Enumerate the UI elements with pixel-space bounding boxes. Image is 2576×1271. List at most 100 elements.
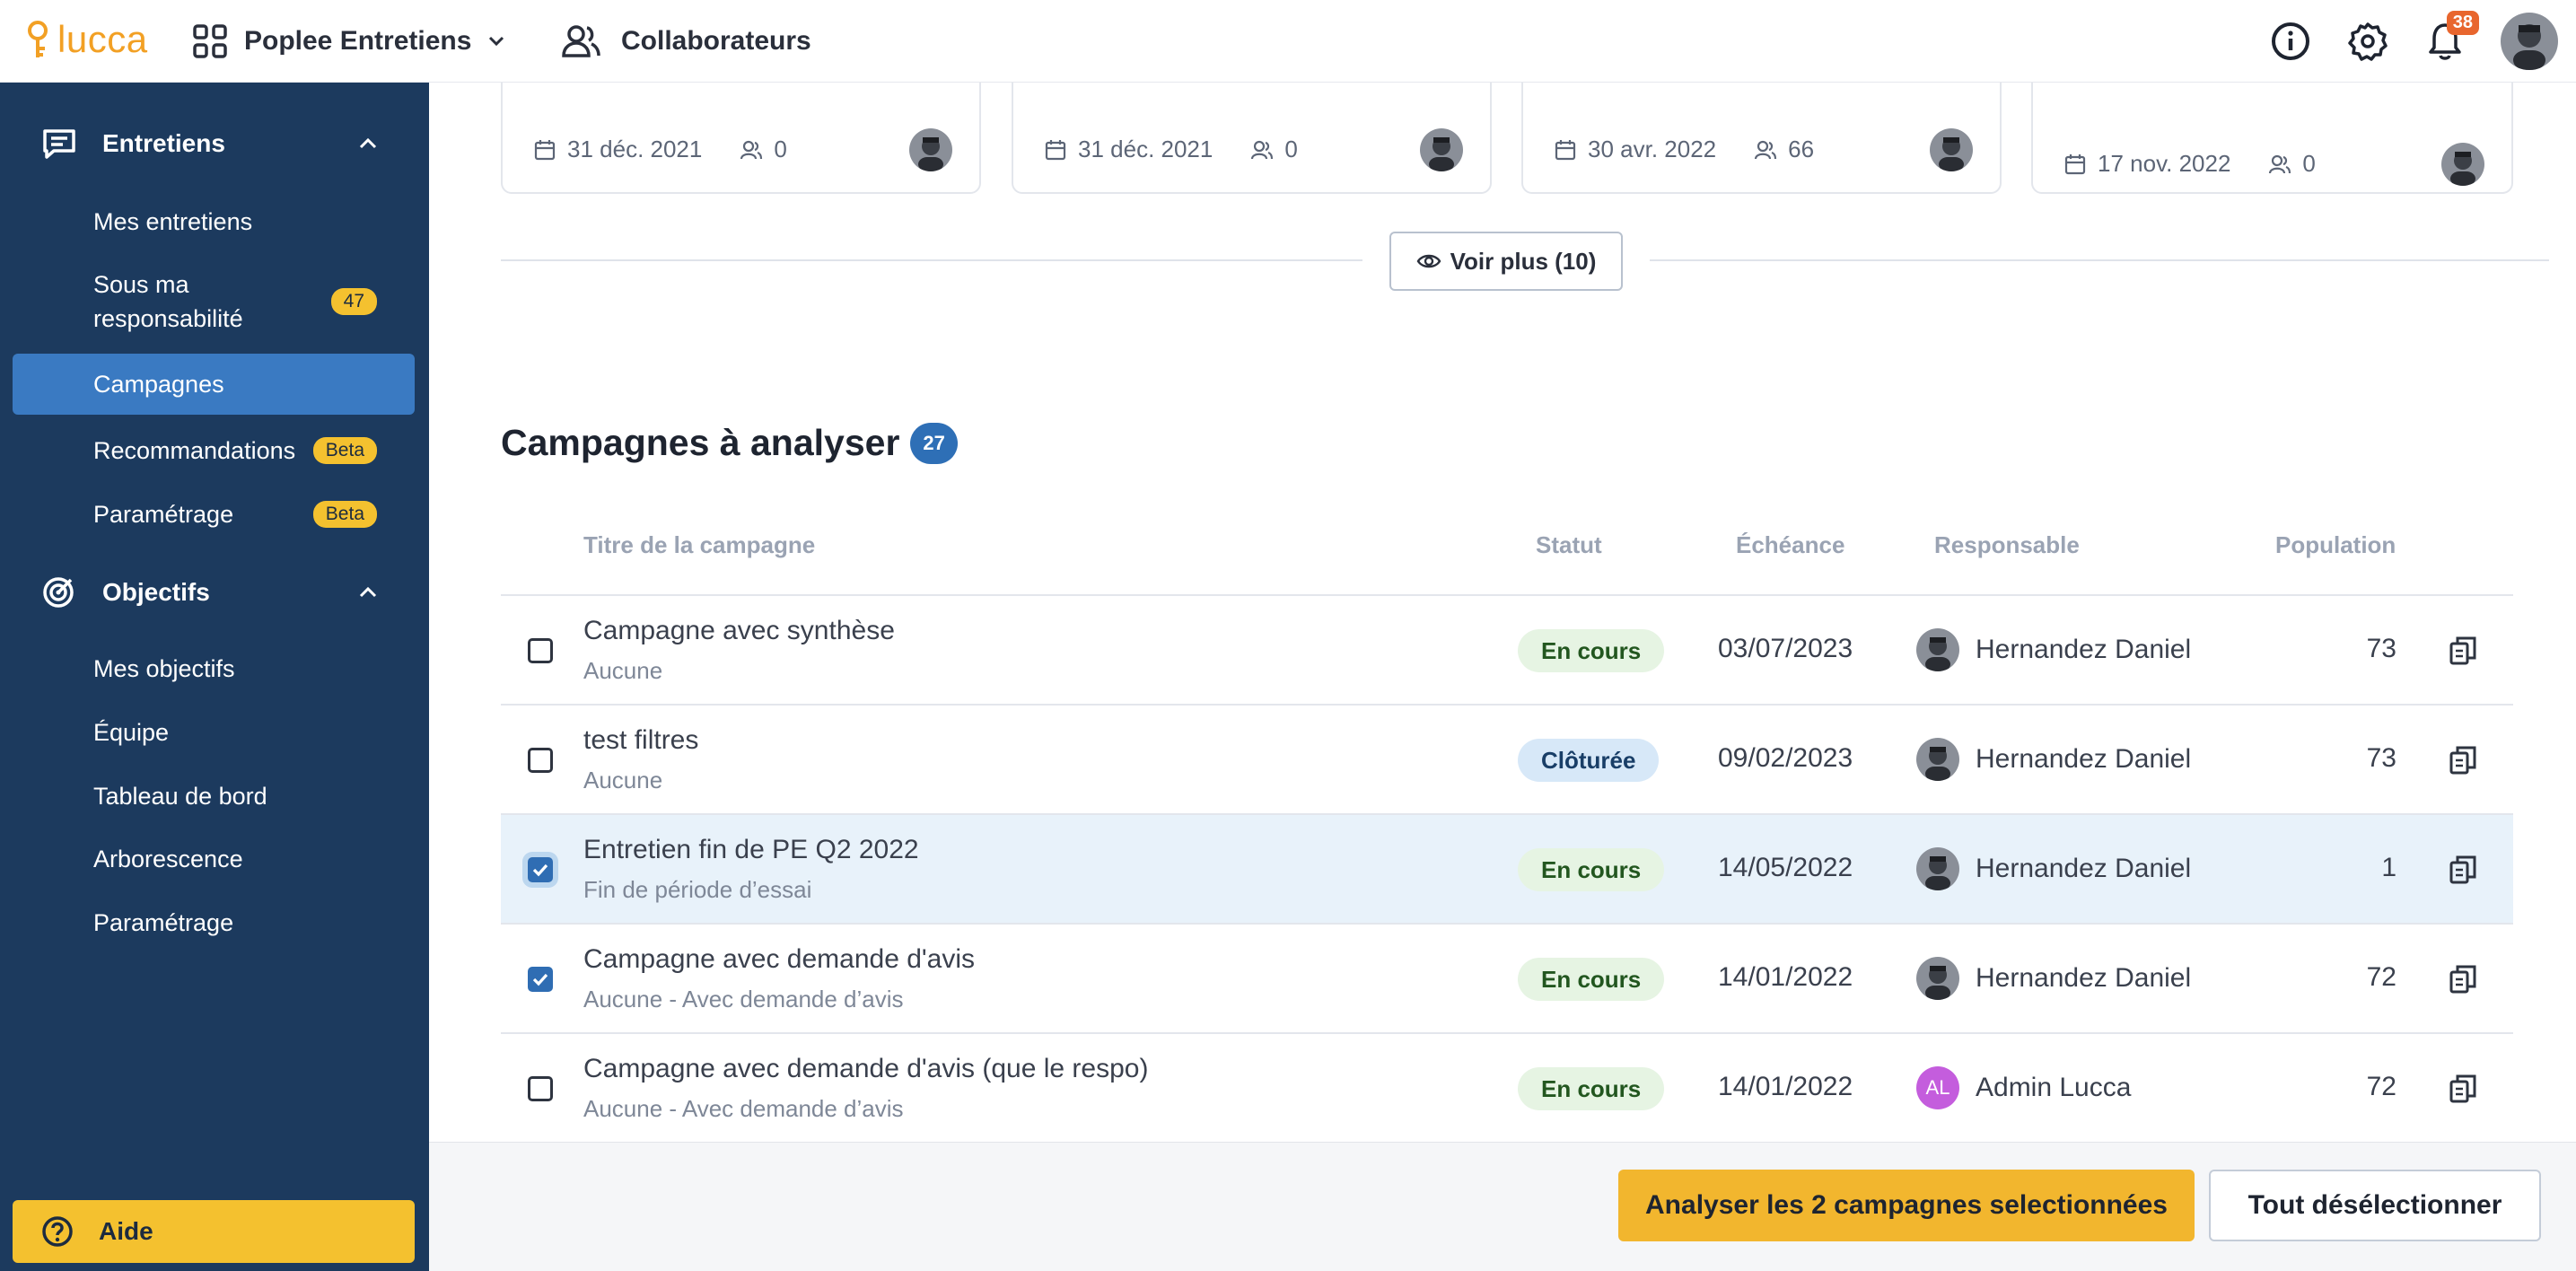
lucca-pin-icon — [28, 21, 48, 57]
sidebar-item-label: Sous ma responsabilité — [93, 271, 243, 332]
campaign-card[interactable]: 30 avr. 2022 66 — [1521, 83, 2002, 194]
copy-icon[interactable] — [2449, 636, 2477, 666]
top-bar: lucca Poplee Entretiens Collaborateurs 3… — [0, 0, 2576, 83]
analyse-selected-button[interactable]: Analyser les 2 campagnes selectionnées — [1618, 1170, 2195, 1241]
app-name: Poplee Entretiens — [244, 26, 472, 56]
owner-name: Hernandez Daniel — [1976, 854, 2192, 883]
table-row[interactable]: Entretien fin de PE Q2 2022 Fin de pério… — [501, 815, 2513, 925]
row-checkbox[interactable] — [528, 1076, 553, 1101]
campaign-card[interactable]: 31 déc. 2021 0 — [1012, 83, 1492, 194]
calendar-icon — [1555, 139, 1576, 160]
row-checkbox[interactable] — [528, 638, 553, 663]
campaign-card[interactable]: 17 nov. 2022 0 — [2031, 83, 2513, 194]
sidebar-item-parametrage-entretiens[interactable]: Paramétrage Beta — [13, 494, 415, 535]
column-header-population[interactable]: Population — [2275, 531, 2396, 559]
column-header-status[interactable]: Statut — [1536, 531, 1602, 559]
card-date: 31 déc. 2021 — [1078, 136, 1214, 162]
campaign-title[interactable]: Entretien fin de PE Q2 2022 — [583, 835, 919, 865]
sidebar-item-label: Équipe — [93, 719, 170, 746]
user-photo-icon — [1916, 628, 1959, 671]
help-button[interactable]: Aide — [13, 1200, 415, 1263]
notifications-button[interactable]: 38 — [2423, 11, 2479, 63]
campaign-card[interactable]: 31 déc. 2021 0 — [501, 83, 981, 194]
sidebar-item-equipe[interactable]: Équipe — [13, 715, 415, 749]
owner: AL Admin Lucca — [1916, 1066, 2131, 1109]
table-row[interactable]: Campagne avec demande d'avis Aucune - Av… — [501, 925, 2513, 1034]
app-switcher[interactable]: Poplee Entretiens — [192, 14, 505, 68]
user-photo-icon — [909, 128, 952, 171]
due-date: 09/02/2023 — [1718, 743, 1853, 773]
row-checkbox[interactable] — [528, 967, 553, 992]
divider — [501, 259, 1362, 261]
sidebar-item-label: Paramétrage — [93, 909, 234, 936]
avatar — [1916, 628, 1959, 671]
sidebar-item-tableau-de-bord[interactable]: Tableau de bord — [13, 779, 415, 813]
population-count: 72 — [2366, 1072, 2396, 1101]
card-owner-avatar — [2441, 143, 2484, 186]
avatar: AL — [1916, 1066, 1959, 1109]
sidebar-item-parametrage-objectifs[interactable]: Paramétrage — [13, 906, 415, 940]
sidebar-item-label: Tableau de bord — [93, 783, 267, 810]
sidebar-item-campagnes[interactable]: Campagnes — [13, 354, 415, 415]
column-header-title[interactable]: Titre de la campagne — [583, 531, 815, 559]
campaign-subtitle: Aucune — [583, 767, 663, 793]
copy-icon[interactable] — [2449, 745, 2477, 776]
table-row[interactable]: Campagne avec synthèse Aucune En cours 0… — [501, 596, 2513, 706]
deselect-all-button[interactable]: Tout désélectionner — [2209, 1170, 2541, 1241]
avatar — [1916, 738, 1959, 781]
card-date: 17 nov. 2022 — [2098, 150, 2231, 177]
table-row[interactable]: test filtres Aucune Clôturée 09/02/2023 … — [501, 706, 2513, 815]
section-header: Campagnes à analyser 27 — [501, 422, 958, 464]
owner: Hernandez Daniel — [1916, 738, 2191, 781]
info-button[interactable] — [2269, 20, 2312, 63]
card-participants: 66 — [1788, 136, 1815, 162]
table-row[interactable]: Campagne avec demande d'avis (que le res… — [501, 1034, 2513, 1144]
top-right-actions: 38 — [2269, 7, 2558, 75]
column-header-owner[interactable]: Responsable — [1934, 531, 2080, 559]
gear-icon — [2348, 22, 2388, 61]
sidebar-item-arborescence[interactable]: Arborescence — [13, 842, 415, 876]
population-count: 73 — [2366, 743, 2396, 773]
sidebar-item-sous-ma-responsabilite[interactable]: Sous ma responsabilité 47 — [13, 266, 415, 337]
owner-name: Admin Lucca — [1976, 1073, 2132, 1102]
divider — [1650, 259, 2549, 261]
sidebar-item-label: Campagnes — [93, 371, 224, 398]
sidebar-section-entretiens[interactable]: Entretiens — [0, 112, 429, 175]
row-checkbox[interactable] — [528, 748, 553, 773]
card-meta: 30 avr. 2022 66 — [1554, 136, 1814, 163]
sidebar-item-mes-objectifs[interactable]: Mes objectifs — [13, 652, 415, 686]
sidebar-section-label: Objectifs — [102, 578, 210, 606]
collaborateurs-link[interactable]: Collaborateurs — [562, 14, 811, 68]
campaign-title[interactable]: Campagne avec demande d'avis (que le res… — [583, 1054, 1148, 1084]
sidebar-section-objectifs[interactable]: Objectifs — [0, 561, 429, 624]
calendar-icon — [534, 139, 556, 160]
chevron-down-icon — [489, 36, 504, 47]
row-checkbox[interactable] — [528, 857, 553, 882]
copy-icon[interactable] — [2449, 964, 2477, 995]
settings-button[interactable] — [2346, 20, 2389, 63]
campaign-title[interactable]: Campagne avec demande d'avis — [583, 944, 975, 975]
copy-icon[interactable] — [2449, 855, 2477, 885]
card-owner-avatar — [1930, 128, 1973, 171]
status-badge: Clôturée — [1518, 739, 1660, 782]
user-photo-icon — [2441, 143, 2484, 186]
campaign-title[interactable]: test filtres — [583, 725, 698, 756]
sidebar-item-label: Paramétrage — [93, 501, 234, 528]
card-meta: 31 déc. 2021 0 — [533, 136, 787, 163]
card-date: 31 déc. 2021 — [567, 136, 703, 162]
due-date: 14/05/2022 — [1718, 853, 1853, 882]
user-avatar[interactable] — [2501, 13, 2558, 70]
count-badge: 27 — [910, 422, 958, 464]
column-header-due[interactable]: Échéance — [1736, 531, 1844, 559]
lucca-logo[interactable]: lucca — [25, 13, 148, 66]
sidebar: Entretiens Mes entretiens Sous ma respon… — [0, 83, 429, 1271]
voir-plus-button[interactable]: Voir plus (10) — [1389, 232, 1623, 291]
help-label: Aide — [99, 1217, 153, 1245]
campaign-subtitle: Aucune — [583, 657, 663, 684]
sidebar-item-mes-entretiens[interactable]: Mes entretiens — [13, 205, 415, 239]
campaign-title[interactable]: Campagne avec synthèse — [583, 616, 895, 646]
sidebar-item-recommandations[interactable]: Recommandations Beta — [13, 430, 415, 471]
section-title: Campagnes à analyser — [501, 422, 900, 463]
copy-icon[interactable] — [2449, 1074, 2477, 1104]
sidebar-item-label: Mes objectifs — [93, 655, 235, 682]
